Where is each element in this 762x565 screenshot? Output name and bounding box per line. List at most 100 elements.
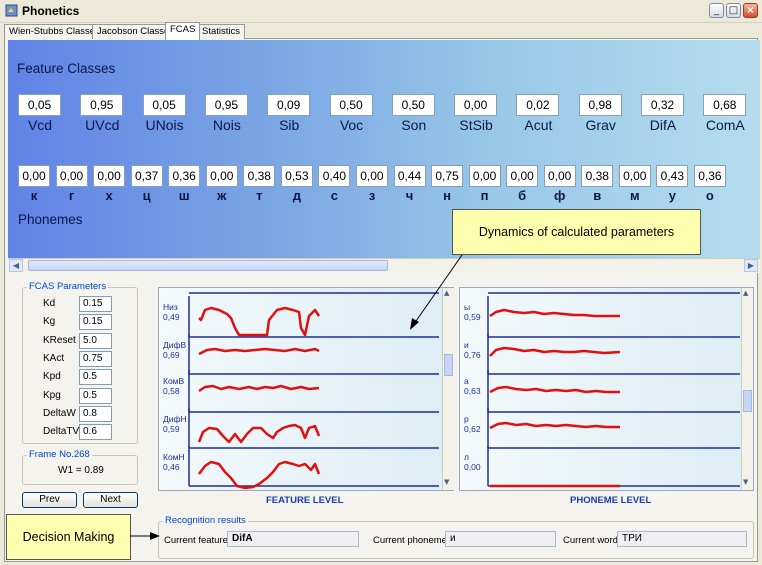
- arrow-left-icon: ◀: [12, 261, 20, 270]
- feature-value-box[interactable]: 0,98: [578, 94, 622, 116]
- phoneme-level-chart: ы0,59и0,76а0,63р0,62л0,00: [464, 292, 740, 488]
- param-input[interactable]: 0.15: [79, 296, 112, 312]
- feature-value-box[interactable]: 0,50: [329, 94, 373, 116]
- feature-value-box[interactable]: 0,05: [18, 94, 61, 116]
- phoneme-value-box[interactable]: 0,44: [393, 165, 426, 187]
- phoneme-value-box[interactable]: 0,00: [18, 165, 50, 187]
- track-name-label: и: [464, 340, 469, 350]
- current-phoneme-field[interactable]: и: [445, 531, 556, 547]
- param-label: Kpd: [43, 371, 61, 383]
- maximize-icon: □: [728, 5, 739, 16]
- next-button[interactable]: Next: [83, 492, 138, 508]
- phoneme-scroll-thumb[interactable]: [743, 390, 752, 412]
- decision-arrow-icon: [130, 532, 160, 540]
- phoneme-label: о: [705, 188, 714, 203]
- track-trace: [198, 384, 320, 393]
- title-bar: [0, 0, 762, 23]
- phoneme-value-box[interactable]: 0,00: [55, 165, 88, 187]
- param-input[interactable]: 5.0: [79, 332, 112, 349]
- track-name-label: Низ: [163, 302, 178, 312]
- phoneme-value-box[interactable]: 0,00: [618, 165, 651, 187]
- feature-label: Acut: [524, 117, 553, 133]
- param-label: Kpg: [43, 389, 61, 401]
- horizontal-scrollbar[interactable]: ◀ ▶: [8, 258, 760, 273]
- phoneme-value-box[interactable]: 0,00: [355, 165, 388, 187]
- current-feature-field[interactable]: DifA: [227, 531, 359, 547]
- tab-wien-stubbs[interactable]: Wien-Stubbs Classes: [4, 24, 105, 39]
- feature-value-box[interactable]: 0,00: [454, 94, 498, 116]
- param-label: KAct: [43, 352, 65, 364]
- current-word-field[interactable]: ТРИ: [617, 531, 747, 547]
- scroll-thumb[interactable]: [28, 260, 388, 271]
- minimize-button[interactable]: _: [709, 3, 724, 18]
- feature-scroll-thumb[interactable]: [444, 354, 453, 376]
- feature-value-box[interactable]: 0,32: [641, 94, 684, 116]
- phoneme-value-box[interactable]: 0,36: [693, 165, 726, 187]
- track-trace: [198, 306, 321, 337]
- phoneme-value-box[interactable]: 0,38: [581, 165, 614, 187]
- phoneme-label: ц: [142, 188, 151, 203]
- dynamics-callout: Dynamics of calculated parameters: [452, 209, 701, 255]
- feature-label: Son: [401, 117, 427, 133]
- scroll-right-button[interactable]: ▶: [744, 259, 758, 272]
- phoneme-value-box[interactable]: 0,00: [468, 165, 501, 187]
- scroll-left-button[interactable]: ◀: [9, 259, 23, 272]
- phoneme-value-box[interactable]: 0,00: [93, 165, 126, 187]
- track-trace: [198, 347, 320, 356]
- feature-value-box[interactable]: 0,95: [80, 94, 124, 116]
- track-name-label: КомВ: [163, 376, 185, 386]
- phoneme-label: ж: [217, 188, 227, 203]
- feature-value-box[interactable]: 0,05: [142, 94, 186, 116]
- arrow-right-icon: ▶: [747, 261, 755, 270]
- param-label: Kg: [43, 316, 56, 328]
- track-trace: [197, 423, 321, 444]
- param-input[interactable]: 0.15: [79, 314, 112, 331]
- param-input[interactable]: 0.5: [79, 387, 112, 404]
- frame-title: Frame No.268: [27, 449, 92, 460]
- track-trace: [489, 385, 620, 394]
- phoneme-label: н: [443, 188, 451, 203]
- close-button[interactable]: ×: [743, 3, 758, 18]
- maximize-button[interactable]: □: [726, 3, 741, 18]
- track-value-label: 0,49: [163, 312, 180, 322]
- feature-label: Grav: [585, 117, 616, 133]
- phoneme-label: с: [330, 188, 338, 203]
- phoneme-label: ш: [178, 188, 190, 203]
- tab-statistics[interactable]: Statistics: [197, 24, 246, 39]
- phoneme-value-box[interactable]: 0,40: [318, 165, 351, 187]
- feature-value-box[interactable]: 0,68: [703, 94, 747, 116]
- phoneme-label: г: [68, 188, 75, 203]
- tab-fcas[interactable]: FCAS: [165, 22, 201, 40]
- prev-button[interactable]: Prev: [22, 492, 77, 508]
- param-input[interactable]: 0.6: [79, 424, 112, 441]
- w1-value: W1 = 0.89: [58, 465, 104, 476]
- track-name-label: р: [464, 414, 469, 424]
- feature-label: Nois: [212, 117, 241, 133]
- phoneme-value-box[interactable]: 0,36: [168, 165, 201, 187]
- track-trace: [489, 308, 620, 318]
- fcas-params-title: FCAS Parameters: [27, 281, 109, 292]
- feature-label: Sib: [279, 117, 300, 133]
- param-input[interactable]: 0.75: [79, 350, 112, 367]
- phoneme-value-box[interactable]: 0,00: [543, 165, 576, 187]
- phoneme-vscrollbar[interactable]: ▲ ▼: [741, 288, 753, 490]
- phoneme-value-box[interactable]: 0,43: [656, 165, 689, 187]
- phoneme-label: ф: [554, 188, 566, 203]
- phoneme-value-box[interactable]: 0,00: [506, 165, 539, 187]
- feature-value-box[interactable]: 0,09: [267, 94, 311, 116]
- phoneme-value-box[interactable]: 0,37: [130, 165, 163, 187]
- phoneme-value-box[interactable]: 0,38: [243, 165, 276, 187]
- phoneme-value-box[interactable]: 0,53: [280, 165, 313, 187]
- phoneme-value-box[interactable]: 0,75: [431, 165, 464, 187]
- feature-value-box[interactable]: 0,95: [204, 94, 248, 116]
- feature-value-box[interactable]: 0,50: [391, 94, 435, 116]
- phoneme-label: к: [30, 188, 38, 203]
- phoneme-label: т: [256, 188, 263, 203]
- phoneme-label: д: [292, 188, 301, 203]
- feature-value-box[interactable]: 0,02: [516, 94, 560, 116]
- param-input[interactable]: 0.5: [79, 369, 112, 386]
- param-input[interactable]: 0.8: [79, 405, 112, 422]
- param-label: DeltaW: [43, 407, 76, 419]
- recognition-title: Recognition results: [163, 515, 248, 526]
- phoneme-value-box[interactable]: 0,00: [205, 165, 238, 187]
